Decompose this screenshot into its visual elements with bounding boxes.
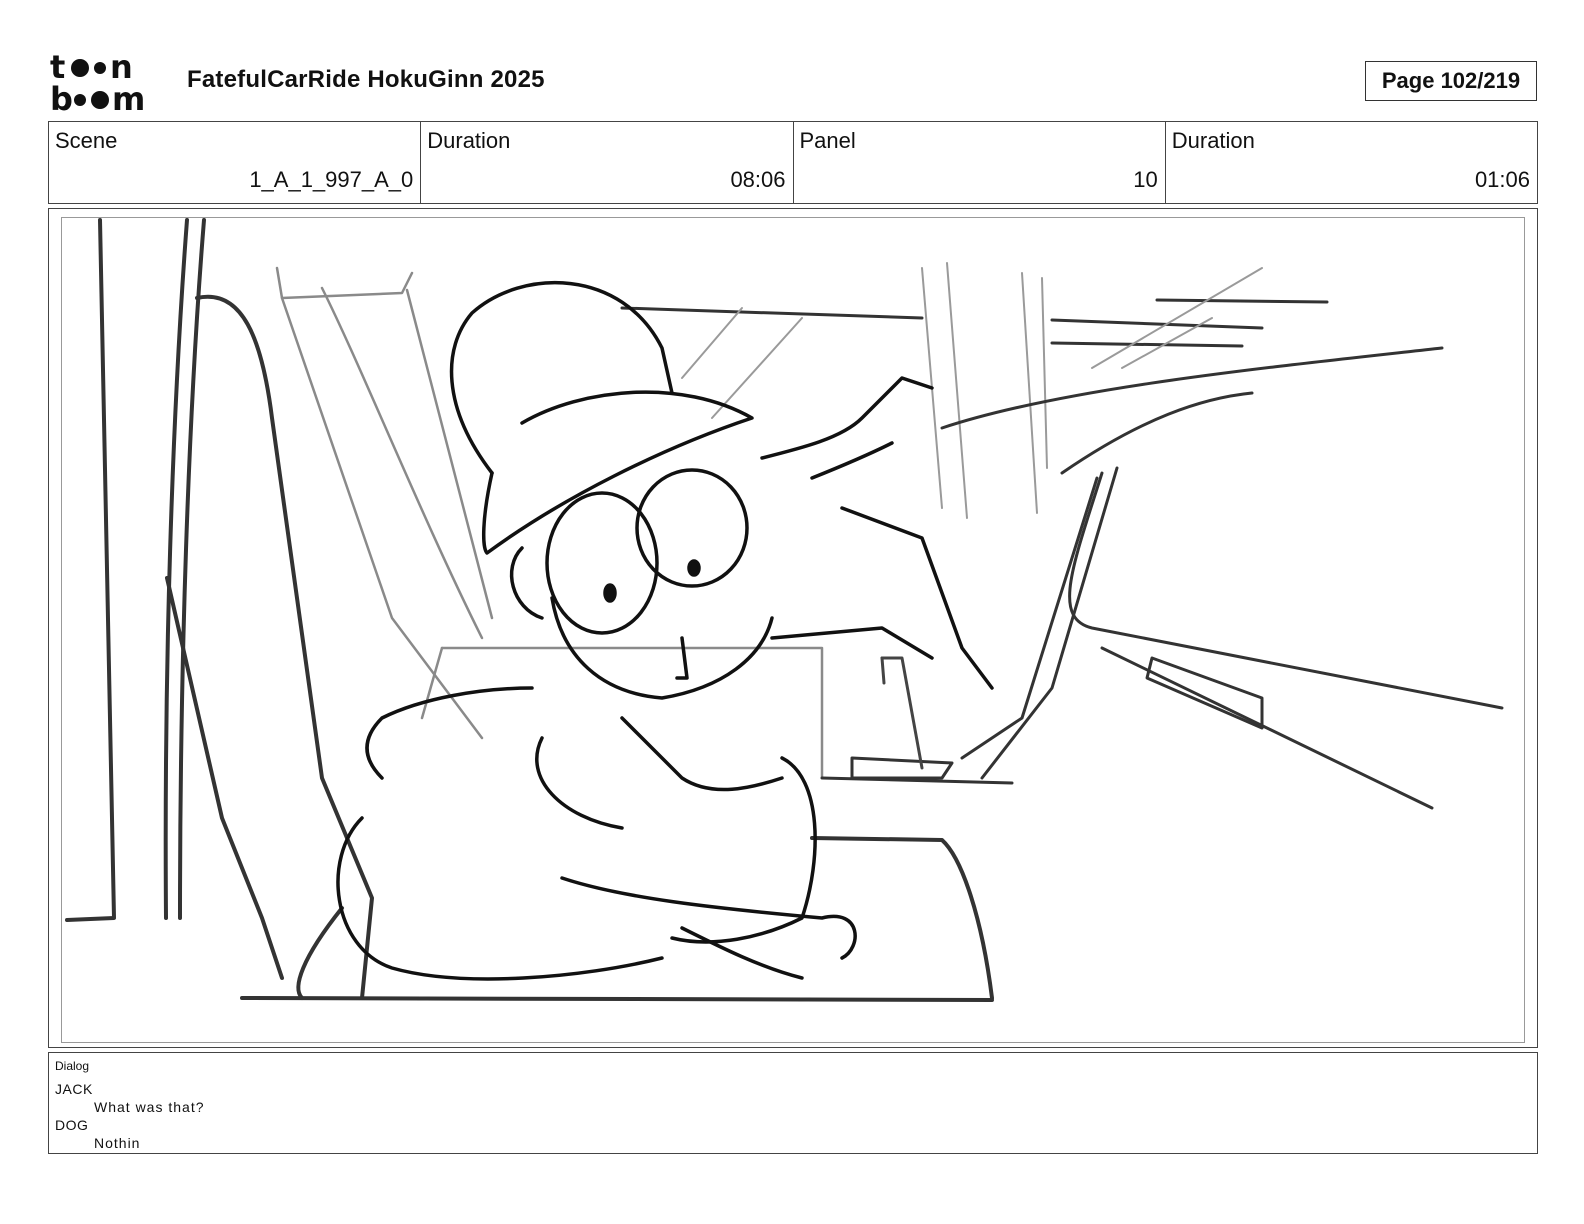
- scene-value: 1_A_1_997_A_0: [249, 167, 414, 192]
- scene-info-table: Scene 1_A_1_997_A_0 Duration 08:06 Panel…: [48, 121, 1538, 204]
- panel-label: Panel: [799, 128, 856, 153]
- toon-boom-logo: t n b m: [50, 48, 166, 118]
- storyboard-panel: [48, 208, 1538, 1048]
- front-seat: [240, 836, 994, 1002]
- storyboard-sketch: [65, 218, 1504, 1002]
- dialog-line: Nothin: [94, 1135, 141, 1151]
- scene-duration-value: 08:06: [730, 167, 786, 192]
- scene-cell: Scene 1_A_1_997_A_0: [49, 122, 420, 203]
- svg-text:m: m: [112, 80, 145, 116]
- dialog-lines: JACK What was that? DOG Nothin: [55, 1080, 205, 1152]
- scene-duration-label: Duration: [427, 128, 511, 153]
- scene-duration-cell: Duration 08:06: [420, 122, 792, 203]
- panel-drawing-area: [61, 217, 1525, 1043]
- panel-cell: Panel 10: [792, 122, 1165, 203]
- car-door-frame: [65, 218, 374, 1000]
- project-title: FatefulCarRide HokuGinn 2025: [187, 66, 545, 93]
- panel-duration-cell: Duration 01:06: [1164, 122, 1537, 203]
- scene-label: Scene: [55, 128, 118, 153]
- gear-shift: [880, 656, 924, 770]
- panel-value: 10: [1133, 167, 1158, 192]
- panel-duration-label: Duration: [1171, 128, 1255, 153]
- character-jack: [336, 280, 994, 981]
- dialog-speaker: JACK: [55, 1081, 93, 1097]
- back-seat: [275, 266, 824, 780]
- dialog-heading: Dialog: [55, 1059, 90, 1073]
- window-lines: [620, 298, 1329, 348]
- dashboard: [820, 346, 1504, 810]
- panel-duration-value: 01:06: [1474, 167, 1530, 192]
- dialog-line: What was that?: [94, 1099, 205, 1115]
- dialog-box: Dialog JACK What was that? DOG Nothin: [48, 1052, 1538, 1154]
- page-number: Page 102/219: [1365, 61, 1537, 101]
- dialog-speaker: DOG: [55, 1117, 89, 1133]
- svg-text:b: b: [50, 80, 73, 116]
